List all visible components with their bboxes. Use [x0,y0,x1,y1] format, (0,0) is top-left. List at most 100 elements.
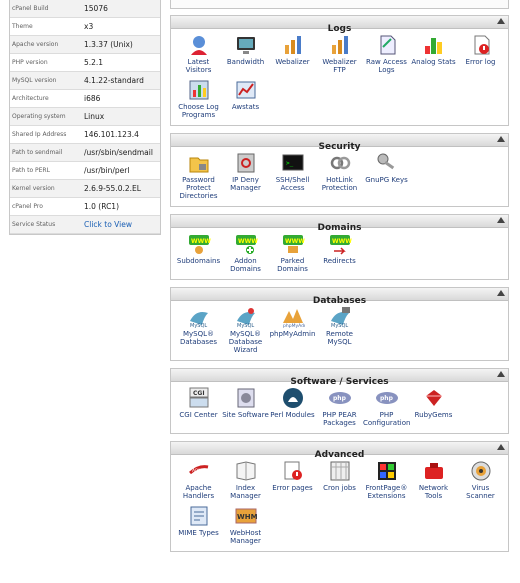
perl-modules-link[interactable]: Perl Modules [269,386,316,427]
info-label: MySQL version [12,77,57,84]
panel-databases: Databases MySQL MySQL® Databases MySQL MySQL… [170,287,509,361]
collapse-arrow-icon[interactable] [497,217,505,223]
info-row: Architecture i686 [10,90,160,108]
gnupg-keys-icon [375,151,399,175]
virus-scanner-link[interactable]: Virus Scanner [457,459,504,500]
php-config-link[interactable]: php PHP Configuration [363,386,410,427]
panel-header: Software / Services [171,369,508,387]
webalizer-icon [281,33,305,57]
mysql-databases-icon: MySQL [187,305,211,329]
item-label: Apache Handlers [182,484,215,500]
info-row: Operating system Linux [10,108,160,126]
svg-text:MySQL: MySQL [237,323,254,329]
collapse-arrow-icon[interactable] [497,444,505,450]
phpmyadmin-link[interactable]: phpMyAdminphpMyAdmin [269,305,316,354]
frontpage-link[interactable]: FrontPage® Extensions [363,459,410,500]
webalizer-ftp-link[interactable]: Webalizer FTP [316,33,363,74]
item-label: Redirects [323,257,356,265]
info-row: Kernel version 2.6.9-55.0.2.EL [10,180,160,198]
raw-access-logs-link[interactable]: Raw Access Logs [363,33,410,74]
redirects-link[interactable]: WWW Redirects [316,232,363,273]
error-pages-link[interactable]: Error pages [269,459,316,500]
phpmyadmin-icon: phpMyAdmin [281,305,305,329]
collapse-arrow-icon[interactable] [497,18,505,24]
hotlink-link[interactable]: HotLink Protection [316,151,363,200]
mysql-wizard-icon: MySQL [234,305,258,329]
mime-types-icon [187,504,211,528]
webalizer-link[interactable]: Webalizer [269,33,316,74]
svg-text:APACHE: APACHE [192,468,210,474]
info-row: Theme x3 [10,18,160,36]
parked-domains-icon: WWW [281,232,305,256]
svg-text:WWW: WWW [285,238,305,245]
error-log-link[interactable]: Error log [457,33,504,74]
item-label: HotLink Protection [321,176,358,192]
collapse-arrow-icon[interactable] [497,136,505,142]
item-label: Perl Modules [270,411,315,419]
svg-text:CGI: CGI [193,390,205,397]
webhost-manager-link[interactable]: WHM WebHost Manager [222,504,269,545]
info-value: x3 [84,22,94,31]
item-label: Network Tools [418,484,449,500]
awstats-link[interactable]: Awstats [222,78,269,119]
site-software-icon [234,386,258,410]
cgi-center-link[interactable]: CGI CGI Center [175,386,222,427]
panel-logs: Logs Latest Visitors Bandwidth Webalizer Web… [170,15,509,126]
remote-mysql-link[interactable]: MySQL Remote MySQL [316,305,363,354]
item-label: Raw Access Logs [366,58,407,74]
bandwidth-link[interactable]: Bandwidth [222,33,269,74]
frontpage-icon [375,459,399,483]
choose-log-programs-link[interactable]: Choose Log Programs [175,78,222,119]
item-label: Webalizer FTP [322,58,357,74]
info-row: cPanel Pro 1.0 (RC1) [10,198,160,216]
item-label: Error pages [272,484,313,492]
info-value: 1.3.37 (Unix) [84,40,133,49]
latest-visitors-link[interactable]: Latest Visitors [175,33,222,74]
subdomains-icon: WWW [187,232,211,256]
info-label: Theme [12,23,33,30]
collapse-arrow-icon[interactable] [497,290,505,296]
parked-domains-link[interactable]: WWW Parked Domains [269,232,316,273]
info-label: Path to PERL [12,167,50,174]
info-value: 5.2.1 [84,58,104,67]
info-label: cPanel Build [12,5,49,12]
item-label: Subdomains [176,257,221,265]
password-protect-link[interactable]: Password Protect Directories [175,151,222,200]
analog-stats-link[interactable]: Analog Stats [410,33,457,74]
panel-advanced: Advanced APACHE Apache Handlers Index Manag… [170,441,509,552]
network-tools-link[interactable]: Network Tools [410,459,457,500]
subdomains-link[interactable]: WWW Subdomains [175,232,222,273]
panel-header: Databases [171,288,508,306]
info-value: 146.101.123.4 [84,130,139,139]
ssh-shell-link[interactable]: >_ SSH/Shell Access [269,151,316,200]
php-pear-icon: php [328,386,352,410]
info-row: Apache version 1.3.37 (Unix) [10,36,160,54]
ip-deny-link[interactable]: IP Deny Manager [222,151,269,200]
panel-body: APACHE Apache Handlers Index Manager Error … [171,455,508,551]
item-label: Cron jobs [323,484,356,492]
addon-domains-link[interactable]: WWW Addon Domains [222,232,269,273]
svg-text:php: php [333,395,347,402]
mysql-wizard-link[interactable]: MySQL MySQL® Database Wizard [222,305,269,354]
collapse-arrow-icon[interactable] [497,371,505,377]
info-row: Path to PERL/usr/bin/perl [10,162,160,180]
service-status-link[interactable]: Click to View [82,220,160,229]
index-manager-link[interactable]: Index Manager [222,459,269,500]
apache-handlers-link[interactable]: APACHE Apache Handlers [175,459,222,500]
site-software-link[interactable]: Site Software [222,386,269,427]
raw-access-logs-icon [375,33,399,57]
mysql-databases-link[interactable]: MySQL MySQL® Databases [175,305,222,354]
choose-log-programs-icon [187,78,211,102]
php-pear-link[interactable]: php PHP PEAR Packages [316,386,363,427]
cron-jobs-link[interactable]: Cron jobs [316,459,363,500]
panel-body: Latest Visitors Bandwidth Webalizer Webaliz… [171,29,508,125]
rubygems-link[interactable]: RubyGems [410,386,457,427]
svg-text:WWW: WWW [191,238,211,245]
gnupg-keys-link[interactable]: GnuPG Keys [363,151,410,200]
svg-text:phpMyAdmin: phpMyAdmin [283,323,305,329]
webhost-manager-icon: WHM [234,504,258,528]
mime-types-link[interactable]: MIME Types [175,504,222,545]
item-label: GnuPG Keys [365,176,408,184]
analog-stats-icon [422,33,446,57]
error-log-icon [469,33,493,57]
